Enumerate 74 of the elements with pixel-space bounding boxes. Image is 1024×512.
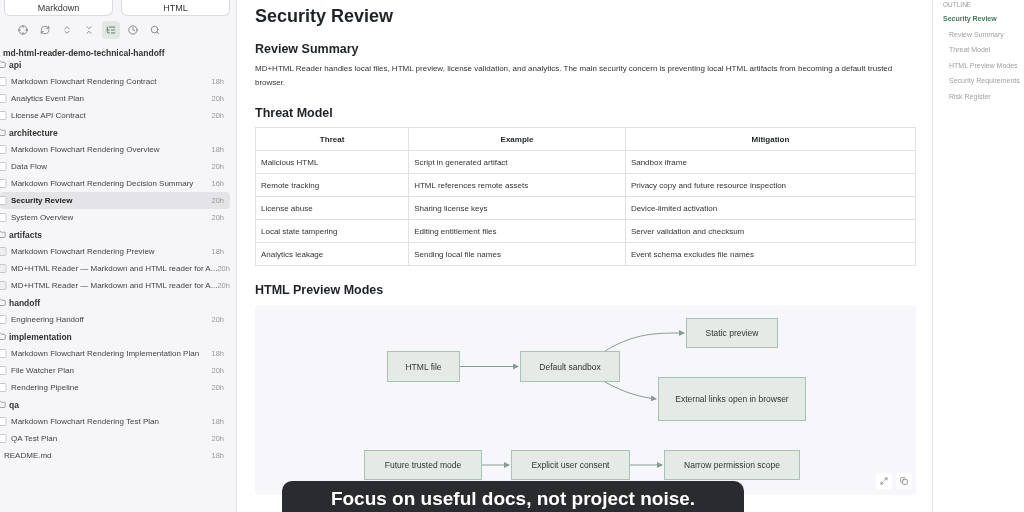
table-cell: Remote tracking — [255, 173, 409, 197]
column-header: Mitigation — [625, 127, 916, 151]
table-cell: Local state tampering — [255, 219, 409, 243]
copy-icon — [900, 477, 908, 485]
table-cell: Sharing license keys — [408, 196, 626, 220]
diagram-node: Static preview — [686, 318, 778, 348]
tree-icon — [106, 25, 116, 35]
file-name: File Watcher Plan — [10, 366, 75, 375]
table-cell: License abuse — [255, 196, 409, 220]
file-name: Markdown Flowchart Rendering Decision Summary — [10, 179, 195, 188]
diagram-node: Explicit user consent — [511, 450, 630, 480]
file-name: Markdown Flowchart Rendering Preview — [10, 247, 156, 256]
table-cell: Sandbox iframe — [625, 150, 916, 174]
section-heading: Review Summary — [255, 42, 360, 56]
file-name: System Overview — [10, 213, 75, 222]
diagram-node: External links open in browser — [658, 377, 806, 421]
file-name: QA Test Plan — [10, 434, 59, 443]
table-cell: Device-limited activation — [625, 196, 916, 220]
file-name: Markdown Flowchart Rendering Test Plan — [10, 417, 160, 426]
diagram-node: Narrow permission scope — [664, 450, 800, 480]
fullscreen-icon — [880, 477, 888, 485]
search-icon — [150, 25, 160, 35]
file-name: Data Flow — [10, 162, 48, 171]
connector-arrow — [629, 462, 663, 468]
clock-icon — [128, 25, 138, 35]
document-title: Security Review — [255, 6, 395, 28]
folder-name[interactable]: architecture — [9, 127, 58, 138]
refresh-icon — [40, 25, 50, 35]
file-name: Markdown Flowchart Rendering Overview — [10, 145, 161, 154]
project-name: md-html-reader-demo-technical-handoff — [2, 47, 166, 56]
file-name: Markdown Flowchart Rendering Implementation Plan — [10, 349, 201, 358]
diagram-node: Default sandbox — [520, 351, 620, 382]
folder-name[interactable]: api — [9, 59, 22, 70]
diagram-node: HTML file — [387, 351, 460, 382]
file-name: MD+HTML Reader — Markdown and HTML reader for A... — [10, 281, 218, 290]
caption-overlay: Focus on useful docs, not project noise. — [282, 481, 744, 512]
section-heading: HTML Preview Modes — [255, 283, 385, 297]
table-cell: Script in generated artifact — [408, 150, 626, 174]
tree-button[interactable] — [102, 21, 120, 39]
crosshair-icon — [18, 25, 28, 35]
table-cell: Malicious HTML — [255, 150, 409, 174]
fullscreen-button[interactable] — [876, 473, 892, 489]
file-name: License API Contract — [10, 111, 87, 120]
connector-arrow — [604, 381, 657, 402]
file-name: MD+HTML Reader — Markdown and HTML reader for A... — [10, 264, 218, 273]
folder-name[interactable]: implementation — [9, 331, 72, 342]
diagram-node: Future trusted mode — [364, 450, 482, 480]
file-name: Analytics Event Plan — [10, 94, 85, 103]
table-cell: Sending local file names — [408, 242, 626, 266]
table-cell: Event schema excludes file names — [625, 242, 916, 266]
column-header: Threat — [255, 127, 409, 151]
summary-paragraph: MD+HTML Reader handles local files, HTML preview, license validation, and analytics. The main security concern is preventing local HTML artifacts from becoming a default trusted browser. — [255, 63, 894, 89]
view-mode-button[interactable]: Markdown — [4, 0, 113, 16]
file-name: Engineering Handoff — [10, 315, 85, 324]
section-heading: Threat Model — [255, 106, 334, 120]
file-name: Security Review — [10, 196, 74, 205]
column-header: Example — [408, 127, 626, 151]
table-cell: Privacy copy and future resource inspection — [625, 173, 916, 197]
file-name: Markdown Flowchart Rendering Contract — [10, 77, 158, 86]
folder-name[interactable]: qa — [9, 399, 19, 410]
view-mode-button[interactable]: HTML — [121, 0, 230, 16]
file-name: Rendering Pipeline — [10, 383, 80, 392]
file-name: README.md — [3, 451, 53, 460]
table-cell: Analytics leakage — [255, 242, 409, 266]
folder-name[interactable]: handoff — [9, 297, 41, 308]
expand-icon — [62, 25, 72, 35]
folder-name[interactable]: artifacts — [9, 229, 43, 240]
connector-arrow — [481, 462, 510, 468]
table-cell: HTML references remote assets — [408, 173, 626, 197]
copy-button[interactable] — [896, 473, 912, 489]
table-cell: Server validation and checksum — [625, 219, 916, 243]
table-cell: Editing entitlement files — [408, 219, 626, 243]
connector-arrow — [459, 363, 519, 370]
collapse-icon — [84, 25, 94, 35]
